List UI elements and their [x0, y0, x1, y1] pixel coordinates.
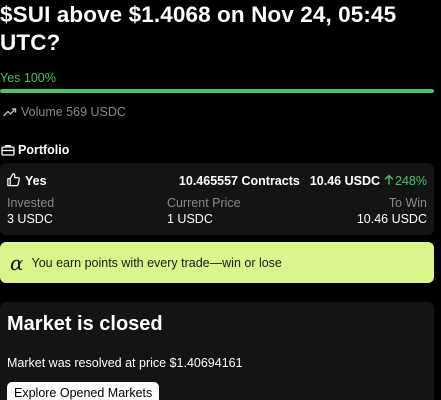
outcome-label: Yes 100% — [0, 71, 56, 85]
stat-value: 3 USDC — [7, 212, 53, 226]
outcome-progress-fill — [0, 89, 434, 93]
outcome-progress-bar — [0, 89, 434, 93]
trending-up-icon — [3, 107, 17, 117]
explore-markets-button[interactable]: Explore Opened Markets — [7, 382, 160, 400]
position-card: Yes 10.465557 Contracts 10.46 USDC 248% … — [0, 163, 434, 235]
stat-to-win: To Win 10.46 USDC — [357, 196, 427, 226]
position-contracts: 10.465557 Contracts — [178, 174, 300, 188]
points-banner: α You earn points with every trade—win o… — [0, 242, 434, 283]
portfolio-heading: Portfolio — [1, 143, 69, 157]
position-value: 10.46 USDC — [309, 174, 381, 188]
arrow-up-icon — [384, 174, 394, 188]
alpha-icon: α — [10, 250, 24, 275]
volume-text: Volume 569 USDC — [21, 105, 126, 119]
market-title: $SUI above $1.4068 on Nov 24, 05:45 UTC? — [0, 2, 397, 55]
position-side-label: Yes — [25, 174, 47, 188]
stat-label: Invested — [7, 196, 55, 210]
thumbs-up-icon — [6, 172, 21, 190]
stat-label: Current Price — [167, 196, 241, 210]
points-banner-text: You earn points with every trade—win or … — [31, 255, 282, 270]
volume-stat: Volume 569 USDC — [3, 105, 126, 119]
stat-value: 1 USDC — [167, 212, 213, 226]
market-closed-title: Market is closed — [7, 313, 163, 335]
position-change: 248% — [384, 174, 427, 188]
briefcase-icon — [1, 144, 15, 156]
stat-invested: Invested 3 USDC — [7, 196, 54, 226]
position-side: Yes — [6, 172, 47, 190]
position-change-text: 248% — [395, 174, 427, 188]
portfolio-heading-text: Portfolio — [18, 143, 70, 157]
stat-value: 10.46 USDC — [356, 212, 427, 226]
stat-current-price: Current Price 1 USDC — [167, 196, 241, 226]
market-closed-card: Market is closed Market was resolved at … — [0, 302, 434, 400]
stat-label: To Win — [388, 196, 427, 210]
market-resolved-text: Market was resolved at price $1.40694161 — [7, 356, 243, 370]
